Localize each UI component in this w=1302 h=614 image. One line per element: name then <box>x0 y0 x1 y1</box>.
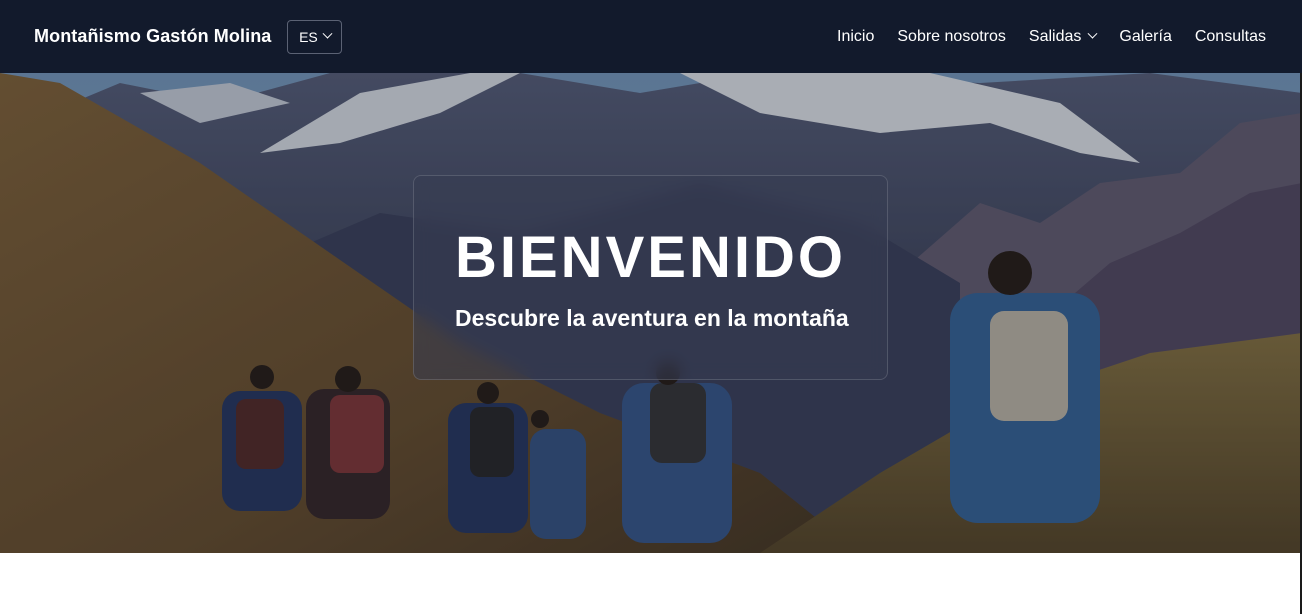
hero-title: BIENVENIDO <box>455 225 846 290</box>
brand-logo[interactable]: Montañismo Gastón Molina <box>34 26 271 47</box>
hero-welcome-card: BIENVENIDO Descubre la aventura en la mo… <box>413 175 888 380</box>
chevron-down-icon <box>322 28 333 39</box>
navbar: Montañismo Gastón Molina ES Inicio Sobre… <box>0 0 1302 73</box>
language-label: ES <box>299 28 318 45</box>
nav-item-salidas[interactable]: Salidas <box>1028 27 1098 46</box>
nav-label: Galería <box>1119 27 1172 45</box>
nav-item-sobre-nosotros[interactable]: Sobre nosotros <box>897 28 1006 46</box>
hero-subtitle: Descubre la aventura en la montaña <box>455 305 849 331</box>
language-selector[interactable]: ES <box>287 19 343 54</box>
main-nav: Inicio Sobre nosotros Salidas Galería Co… <box>837 28 1266 46</box>
nav-label: Consultas <box>1194 27 1266 45</box>
hero-section: BIENVENIDO Descubre la aventura en la mo… <box>0 73 1302 553</box>
nav-item-consultas[interactable]: Consultas <box>1195 28 1266 46</box>
nav-item-inicio[interactable]: Inicio <box>837 28 874 46</box>
nav-label: Sobre nosotros <box>897 27 1006 45</box>
nav-item-galeria[interactable]: Galería <box>1119 28 1171 46</box>
chevron-down-icon <box>1087 28 1098 39</box>
nav-label: Salidas <box>1028 27 1082 45</box>
nav-label: Inicio <box>837 27 875 45</box>
